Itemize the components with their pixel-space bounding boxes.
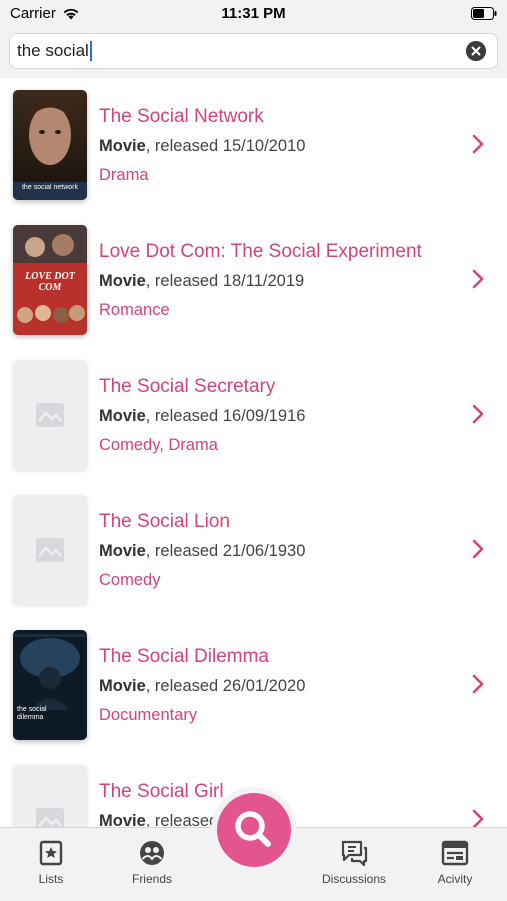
list-item[interactable]: The Social Lion Movie, released 21/06/19…	[0, 483, 507, 619]
result-release: , released 26/01/2020	[145, 677, 306, 695]
poster-placeholder	[13, 360, 87, 470]
result-genre: Romance	[99, 301, 170, 319]
tab-lists[interactable]: Lists	[6, 840, 96, 886]
result-meta: Movie, released 16/09/1916	[99, 407, 305, 426]
result-genre: Drama	[99, 166, 149, 184]
discussions-icon	[341, 840, 368, 866]
result-release: , released 18/11/2019	[145, 272, 305, 290]
result-meta: Movie, released 21/06/1930	[99, 542, 305, 561]
chevron-right-icon	[472, 404, 484, 424]
search-fab-button[interactable]	[217, 793, 291, 867]
result-title: The Social Dilemma	[99, 646, 269, 667]
result-title: Love Dot Com: The Social Experiment	[99, 241, 422, 262]
search-input[interactable]: the social	[9, 33, 498, 69]
poster-placeholder	[13, 765, 87, 828]
result-genre: Comedy, Drama	[99, 436, 218, 454]
clear-search-icon[interactable]	[466, 41, 486, 61]
result-meta: Movie, released 15/10/2010	[99, 137, 305, 156]
poster-caption: the social dilemma	[17, 706, 47, 721]
search-query-text: the social	[17, 41, 89, 60]
result-type: Movie	[99, 812, 146, 828]
result-genre: Comedy	[99, 571, 161, 589]
result-title: The Social Girl	[99, 781, 224, 802]
poster-caption: LOVE DOT COM	[25, 271, 75, 293]
poster-caption: the social network	[21, 184, 79, 191]
result-type: Movie	[99, 677, 146, 695]
battery-icon	[471, 7, 497, 20]
image-placeholder-icon	[36, 808, 64, 828]
chevron-right-icon	[472, 539, 484, 559]
bookmark-list-icon	[39, 840, 63, 866]
list-item[interactable]: the social dilemma The Social Dilemma Mo…	[0, 618, 507, 754]
result-meta: Movie, released 26/01/2020	[99, 677, 305, 696]
chevron-right-icon	[472, 674, 484, 694]
result-genre: Documentary	[99, 706, 198, 724]
search-input-value[interactable]: the social	[17, 34, 92, 68]
tab-label: Lists	[38, 872, 64, 886]
image-placeholder-icon	[36, 538, 64, 562]
result-release: , released 21/06/1930	[145, 542, 306, 560]
clock: 11:31 PM	[221, 5, 286, 22]
search-bar: the social	[0, 30, 507, 79]
result-title: The Social Secretary	[99, 376, 276, 397]
poster-the-social-network: the social network	[13, 90, 87, 200]
tab-label: Acivity	[437, 872, 473, 886]
status-bar: Carrier 11:31 PM	[0, 0, 507, 30]
result-meta: Movie, released 18/11/2019	[99, 272, 304, 291]
image-placeholder-icon	[36, 403, 64, 427]
tab-label: Discussions	[321, 872, 387, 886]
poster-placeholder	[13, 495, 87, 605]
result-title: The Social Lion	[99, 511, 230, 532]
result-title: The Social Network	[99, 106, 264, 127]
search-icon	[235, 811, 271, 847]
chevron-right-icon	[472, 809, 484, 828]
result-release: , released 15/10/2010	[145, 137, 306, 155]
chevron-right-icon	[472, 269, 484, 289]
text-caret	[89, 41, 92, 61]
poster-image	[13, 630, 87, 740]
tab-discussions[interactable]: Discussions	[309, 840, 399, 886]
search-results-list: the social network The Social Network Mo…	[0, 78, 507, 828]
tab-label: Friends	[131, 872, 172, 886]
list-item[interactable]: LOVE DOT COM Love Dot Com: The Social Ex…	[0, 213, 507, 349]
result-type: Movie	[99, 137, 146, 155]
result-release: , released 16/09/1916	[145, 407, 306, 425]
result-type: Movie	[99, 407, 146, 425]
activity-icon	[441, 840, 469, 866]
result-type: Movie	[99, 542, 146, 560]
friends-icon	[140, 841, 164, 865]
tab-friends[interactable]: Friends	[107, 840, 197, 886]
list-item[interactable]: The Social Secretary Movie, released 16/…	[0, 348, 507, 484]
list-item[interactable]: the social network The Social Network Mo…	[0, 78, 507, 214]
poster-love-dot-com: LOVE DOT COM	[13, 225, 87, 335]
result-type: Movie	[99, 272, 146, 290]
poster-the-social-dilemma: the social dilemma	[13, 630, 87, 740]
tab-activity[interactable]: Acivity	[410, 840, 500, 886]
chevron-right-icon	[472, 134, 484, 154]
